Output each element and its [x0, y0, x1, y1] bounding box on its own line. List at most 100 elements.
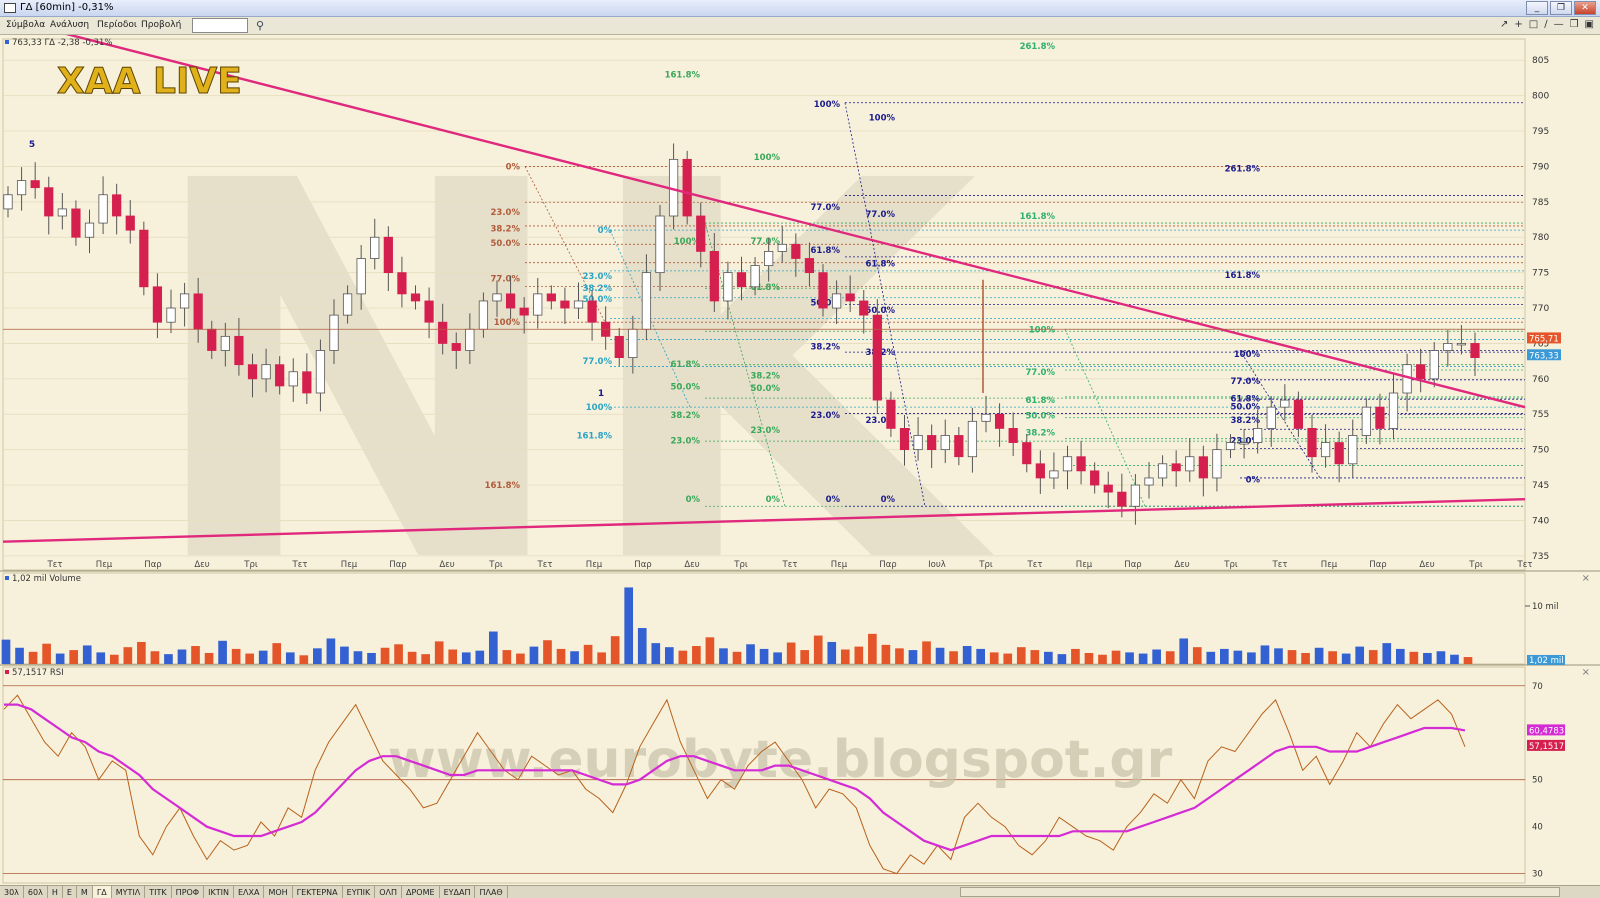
tab-8[interactable]: ΤΙΤΚ [145, 886, 172, 898]
restore-button[interactable]: ❐ [1550, 1, 1572, 15]
close-panel-icon: × [1582, 573, 1590, 584]
tab-11[interactable]: ΕΛΧΑ [234, 886, 265, 898]
restore-chart-icon[interactable]: ❐ [1570, 19, 1579, 30]
volume-bar [177, 649, 187, 664]
volume-bar [543, 640, 552, 664]
tab-15[interactable]: ΟΛΠ [375, 886, 402, 898]
fib-label: 161.8% [1020, 212, 1056, 222]
tab-5[interactable]: Μ [77, 886, 93, 898]
x-tick-label: Πεμ [831, 560, 848, 570]
close-panel-icon: × [1582, 667, 1590, 678]
volume-bar [678, 650, 688, 664]
tab-16[interactable]: ΔΡΟΜΕ [402, 886, 440, 898]
volume-bar [516, 653, 525, 664]
price-tick-label: 755 [1532, 410, 1549, 420]
rsi-tick-label: 30 [1532, 870, 1543, 880]
volume-bar [1192, 647, 1202, 664]
fib-label: 0% [881, 495, 896, 505]
x-tick-label: Τρι [1468, 560, 1483, 570]
candle-up [1062, 456, 1073, 472]
volume-bar [1, 639, 11, 664]
volume-bar [340, 646, 349, 664]
volume-bar [813, 635, 823, 664]
candle-down [383, 236, 393, 274]
candle-up [533, 293, 543, 316]
volume-bar [759, 648, 769, 664]
menu-analysis[interactable]: Ανάλυση [50, 20, 89, 30]
logo-text: XAA LIVE [57, 61, 242, 102]
fib-label: 23.0% [751, 426, 781, 436]
price-tick-label: 795 [1532, 127, 1549, 137]
tab-2[interactable]: 60λ [24, 886, 48, 898]
fib-label: 77.0% [583, 357, 613, 367]
fib-label: 100% [869, 114, 896, 124]
menu-periods[interactable]: Περίοδοι [97, 20, 137, 30]
close-button[interactable]: ✕ [1574, 1, 1596, 15]
volume-bar [137, 641, 146, 664]
crosshair-icon[interactable]: + [1514, 19, 1522, 30]
candle-down [614, 335, 624, 358]
volume-bar [1057, 654, 1067, 664]
line-tool-icon[interactable]: ∕ [1544, 19, 1547, 30]
menu-symbols[interactable]: Σύμβολα [6, 20, 45, 30]
volume-bar [1328, 651, 1337, 664]
candle-up [315, 350, 326, 394]
tab-17[interactable]: ΕΥΔΑΠ [440, 886, 476, 898]
horizontal-scrollbar[interactable] [960, 887, 1560, 897]
candle-up [288, 371, 298, 387]
symbol-input[interactable] [192, 18, 248, 33]
tab-9[interactable]: ΠΡΟΦ [172, 886, 205, 898]
candle-down [193, 293, 203, 330]
fib-label: 23.0% [583, 272, 613, 282]
volume-bar [732, 651, 742, 664]
volume-bar [1301, 652, 1310, 664]
volume-bar [556, 648, 566, 664]
chart-canvas[interactable]: NK 73574074575075576076577077578078579079… [0, 16, 1600, 885]
tab-13[interactable]: ΓΕΚΤΕΡΝΑ [293, 886, 343, 898]
candle-up [967, 420, 978, 458]
volume-bar [164, 654, 173, 664]
volume-bar [597, 652, 606, 664]
tab-7[interactable]: ΜΥΤΙΛ [112, 886, 146, 898]
candle-up [1049, 470, 1059, 479]
volume-bar [461, 652, 471, 664]
candle-up [1429, 350, 1439, 380]
volume-bar [69, 650, 79, 664]
volume-bar [949, 651, 958, 664]
volume-bar [746, 644, 755, 664]
x-tick-label: Παρ [1369, 560, 1386, 570]
candle-down [438, 321, 448, 344]
candle-up [913, 435, 923, 451]
save-icon[interactable]: ▣ [1585, 19, 1594, 30]
tab-6[interactable]: ΓΔ [92, 886, 112, 898]
menu-view[interactable]: Προβολή [141, 20, 181, 30]
tab-4[interactable]: Ε [63, 886, 77, 898]
x-tick-label: Τετ [47, 560, 63, 570]
tab-3[interactable]: Η [48, 886, 63, 898]
fib-label: 77.0% [811, 203, 841, 213]
candle-down [1103, 484, 1113, 493]
tab-18[interactable]: ΠΛΑΘ [475, 886, 508, 898]
minimize-chart-icon[interactable]: — [1554, 19, 1564, 30]
candle-up [84, 222, 95, 238]
candle-up [356, 258, 366, 295]
tab-12[interactable]: ΜΟΗ [264, 886, 293, 898]
candle-down [804, 258, 815, 274]
series-marker-icon [5, 670, 9, 674]
fib-label: 38.2% [1231, 416, 1261, 426]
candle-down [1334, 442, 1344, 465]
x-tick-label: Τρι [1223, 560, 1238, 570]
volume-bar [407, 651, 417, 664]
tab-14[interactable]: ΕΥΠΙΚ [343, 886, 376, 898]
tab-10[interactable]: ΙΚΤΙΝ [204, 886, 234, 898]
cursor-icon[interactable]: ↗ [1500, 19, 1508, 30]
watermark-url: www.eurobyte.blogspot.gr [388, 730, 1173, 790]
chart-area[interactable]: NK 735 740 745 750 755 760 765 770 775 780 785 790 79… [0, 16, 1600, 885]
volume-bar [1355, 646, 1365, 664]
volume-bar [1368, 650, 1378, 664]
rectangle-icon[interactable]: □ [1529, 19, 1538, 30]
search-icon[interactable]: ⚲ [256, 19, 264, 32]
minimize-button[interactable]: _ [1526, 1, 1548, 15]
candle-up [342, 293, 353, 316]
tab-1[interactable]: 30λ [0, 886, 24, 898]
